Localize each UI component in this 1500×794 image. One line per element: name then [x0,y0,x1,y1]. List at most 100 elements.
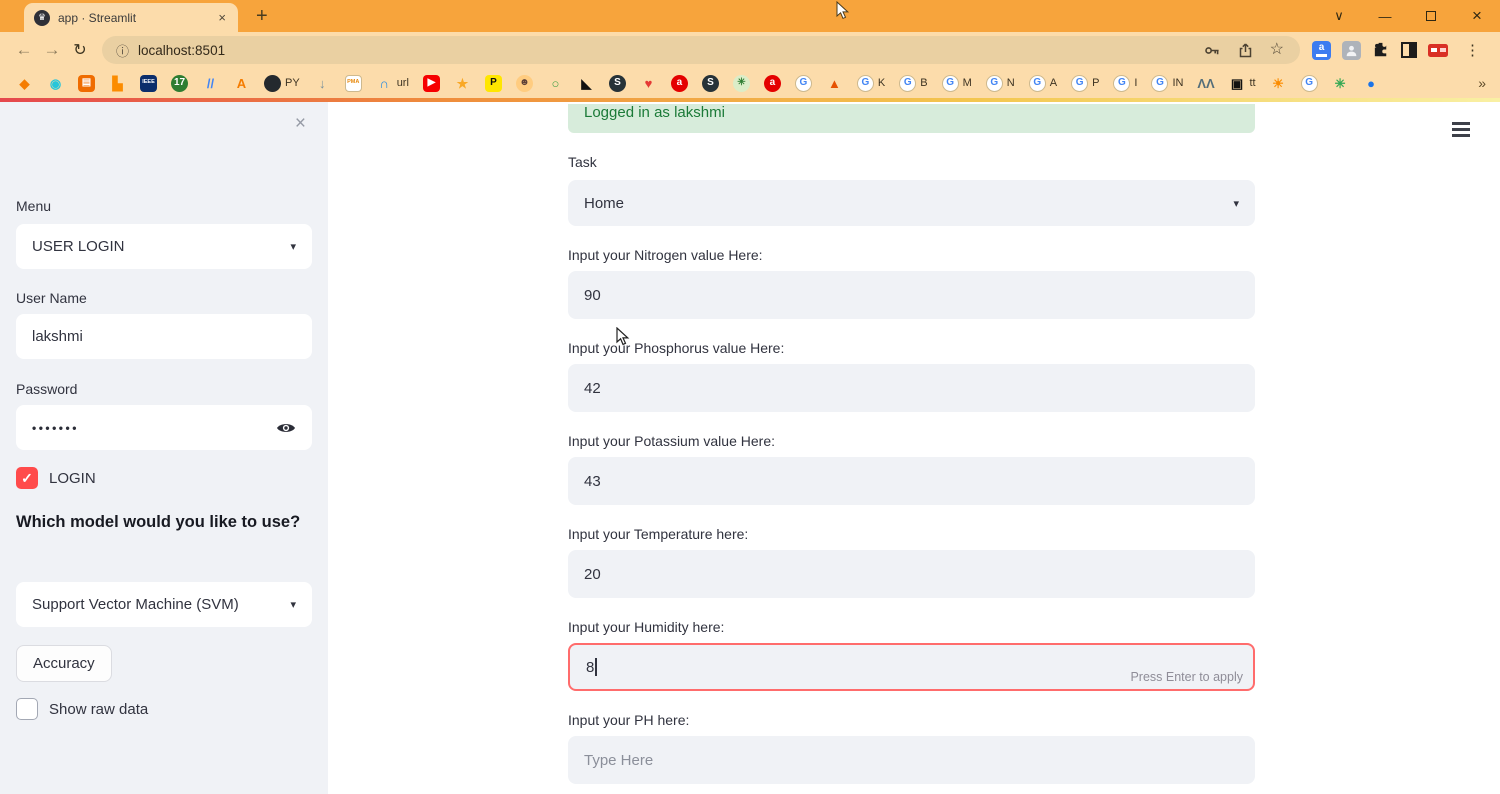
bookmark-item[interactable]: PMA [345,75,362,92]
bookmark-favicon-icon: ● [1363,75,1380,92]
menu-select-value: USER LOGIN [32,238,125,255]
password-input[interactable]: ••••••• [16,405,312,450]
text-input[interactable]: 43 [568,457,1255,505]
bookmark-item[interactable]: PY [264,75,300,92]
bookmark-item[interactable]: S [702,75,719,92]
bookmark-item[interactable]: ○ [547,75,564,92]
bookmark-item[interactable]: GP [1071,75,1099,92]
back-button[interactable]: ← [10,40,38,60]
bookmark-item[interactable]: ΛΛ [1197,75,1214,92]
bookmark-item[interactable]: 17 [171,75,188,92]
bookmark-item[interactable]: GK [857,75,885,92]
bookmark-item[interactable]: ◉ [47,75,64,92]
share-icon[interactable] [1237,42,1254,59]
forward-button[interactable]: → [38,40,66,60]
task-select[interactable]: Home ▾ [568,180,1255,226]
bookmark-favicon-icon: ▤ [78,75,95,92]
streamlit-app: × Menu USER LOGIN ▾ User Name lakshmi Pa… [0,98,1500,794]
bookmark-item[interactable]: GB [899,75,927,92]
browser-tab[interactable]: ♛ app · Streamlit × [24,3,238,32]
bookmark-item[interactable]: ✳ [1332,75,1349,92]
bookmark-item[interactable]: P [485,75,502,92]
chevron-down-icon: ▾ [290,598,296,611]
bookmark-favicon-icon: ○ [547,75,564,92]
bookmark-item[interactable]: ▲ [826,75,843,92]
bookmark-item[interactable]: a [671,75,688,92]
bookmark-item[interactable]: A [233,75,250,92]
bookmark-item[interactable]: ◣ [578,75,595,92]
bookmark-item[interactable]: ▶ [423,75,440,92]
site-info-icon[interactable]: ⓘ [116,41,129,60]
show-password-eye-icon[interactable] [276,421,296,435]
bookmark-item[interactable]: S [609,75,626,92]
login-checkbox[interactable]: ✓ [16,467,38,489]
text-input[interactable]: 90 [568,271,1255,319]
bookmark-item[interactable]: ▙ [109,75,126,92]
extensions-puzzle-icon[interactable] [1372,41,1390,59]
bookmark-item[interactable]: ♥ [640,75,657,92]
accuracy-button[interactable]: Accuracy [16,645,112,682]
profile-extension-icon[interactable] [1342,41,1361,60]
url-text[interactable]: localhost:8501 [138,43,1195,58]
bookmark-label: M [963,77,972,89]
reading-mode-icon[interactable] [1401,42,1417,58]
bookmark-item[interactable]: GA [1029,75,1057,92]
bookmark-label: PY [285,77,300,89]
close-button[interactable]: × [1454,6,1500,26]
browser-menu-icon[interactable]: ⋮ [1459,41,1486,59]
bookmark-item[interactable]: a [764,75,781,92]
tab-strip: ♛ app · Streamlit × + ∨ — × [0,0,1500,32]
bookmark-favicon-icon: ▶ [423,75,440,92]
reload-button[interactable]: ↻ [66,40,94,60]
menu-select[interactable]: USER LOGIN ▾ [16,224,312,269]
bookmark-item[interactable]: ∩url [376,75,409,92]
tab-search-icon[interactable]: ∨ [1316,8,1362,24]
form-field: Input your Temperature here:20 [568,526,1255,598]
text-input[interactable]: 8Press Enter to apply [568,643,1255,691]
bookmark-label: IN [1172,77,1183,89]
bookmark-item[interactable]: ↓ [314,75,331,92]
bookmark-item[interactable]: ◆ [16,75,33,92]
text-input[interactable]: 20 [568,550,1255,598]
bookmark-item[interactable]: GN [986,75,1015,92]
text-input[interactable]: 42 [568,364,1255,412]
bookmark-item[interactable]: GI [1113,75,1137,92]
bookmark-item[interactable]: ☀ [1270,75,1287,92]
bookmark-item[interactable]: IEEE [140,75,157,92]
app-menu-hamburger-icon[interactable] [1448,118,1474,141]
menu-label: Menu [16,198,312,214]
bookmarks-overflow-icon[interactable]: » [1472,68,1486,98]
text-input[interactable]: Type Here [568,736,1255,784]
bookmark-item[interactable]: ▣tt [1228,75,1255,92]
bookmark-item[interactable]: G [795,75,812,92]
bookmark-favicon-icon: ✳ [733,75,750,92]
model-select[interactable]: Support Vector Machine (SVM) ▾ [16,582,312,627]
maximize-button[interactable] [1408,9,1454,24]
bookmark-favicon-icon: ★ [454,75,471,92]
username-input[interactable]: lakshmi [16,314,312,359]
bookmark-item[interactable]: ★ [454,75,471,92]
address-bar[interactable]: ⓘ localhost:8501 ☆ [102,36,1300,64]
sidebar-close-icon[interactable]: × [295,114,306,133]
bookmark-favicon-icon: a [764,75,781,92]
login-checkbox-row[interactable]: ✓ LOGIN [16,467,312,489]
bookmark-item[interactable]: GM [942,75,972,92]
bookmark-favicon-icon: ↓ [314,75,331,92]
show-raw-data-row[interactable]: Show raw data [16,698,312,720]
bookmark-item[interactable]: // [202,75,219,92]
bookmark-star-icon[interactable]: ☆ [1270,42,1284,58]
tab-close-icon[interactable]: × [216,10,228,25]
bookmark-item[interactable]: GIN [1151,75,1183,92]
translate-extension-icon[interactable]: a [1312,41,1331,60]
bookmark-item[interactable]: ● [1363,75,1380,92]
bookmark-item[interactable]: ☻ [516,75,533,92]
bookmark-item[interactable]: G [1301,75,1318,92]
bookmark-favicon-icon: PMA [345,75,362,92]
password-key-icon[interactable] [1204,42,1221,59]
show-raw-data-checkbox[interactable] [16,698,38,720]
bookmark-item[interactable]: ✳ [733,75,750,92]
minimize-button[interactable]: — [1362,9,1408,24]
red-extension-icon[interactable] [1428,44,1448,57]
new-tab-button[interactable]: + [256,1,268,31]
bookmark-item[interactable]: ▤ [78,75,95,92]
